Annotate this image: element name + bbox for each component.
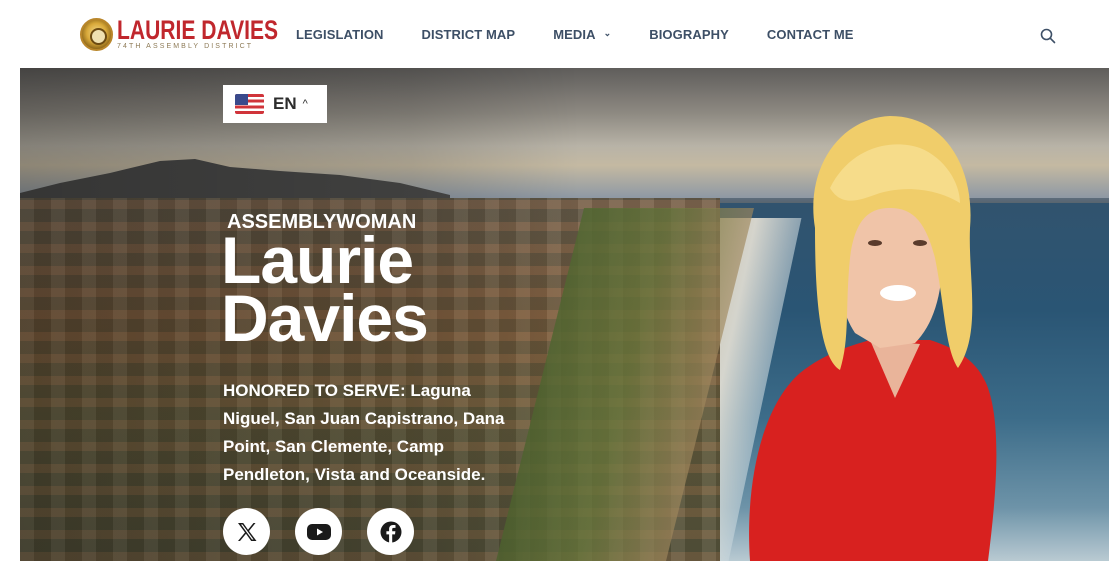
nav-biography[interactable]: BIOGRAPHY	[649, 27, 729, 42]
hero-banner: EN ^ ASSEMBLYWOMAN Laurie Davies HONORED…	[20, 68, 1109, 561]
language-selector[interactable]: EN ^	[223, 85, 327, 123]
logo-name: LAURIE DAVIES	[117, 15, 279, 45]
nav-media[interactable]: MEDIA ⌄	[553, 27, 611, 42]
search-icon[interactable]	[1040, 28, 1056, 44]
site-logo[interactable]: LAURIE DAVIES 74TH ASSEMBLY DISTRICT	[80, 17, 324, 51]
nav-media-label: MEDIA	[553, 27, 596, 42]
hero-title-line2: Davies	[221, 281, 429, 355]
portrait-photo	[749, 116, 997, 561]
site-header: LAURIE DAVIES 74TH ASSEMBLY DISTRICT LEG…	[0, 0, 1111, 68]
chevron-up-icon: ^	[302, 98, 308, 110]
nav-district-map-label: DISTRICT MAP	[421, 27, 516, 42]
x-icon	[237, 522, 256, 541]
facebook-icon	[380, 521, 401, 542]
nav-contact-me[interactable]: CONTACT ME	[767, 27, 854, 42]
nav-legislation-label: LEGISLATION	[296, 27, 384, 42]
hero-tagline: HONORED TO SERVE: Laguna Niguel, San Jua…	[223, 381, 505, 484]
youtube-icon	[306, 523, 331, 540]
nav-district-map[interactable]: DISTRICT MAP	[422, 27, 516, 42]
nav-biography-label: BIOGRAPHY	[649, 27, 729, 42]
logo-text: LAURIE DAVIES 74TH ASSEMBLY DISTRICT	[117, 17, 324, 51]
nav-legislation[interactable]: LEGISLATION	[296, 27, 384, 42]
nav-contact-me-label: CONTACT ME	[766, 27, 854, 42]
main-nav: LEGISLATION DISTRICT MAP MEDIA ⌄ BIOGRAPH…	[296, 27, 854, 42]
us-flag-icon	[235, 94, 264, 114]
youtube-link[interactable]	[295, 508, 342, 555]
chevron-down-icon: ⌄	[603, 28, 612, 38]
x-link[interactable]	[223, 508, 270, 555]
hero-title: Laurie Davies	[221, 227, 429, 355]
assembly-seal-icon	[80, 17, 113, 51]
facebook-link[interactable]	[367, 508, 414, 555]
social-links	[223, 508, 439, 555]
language-code: EN	[273, 94, 297, 113]
